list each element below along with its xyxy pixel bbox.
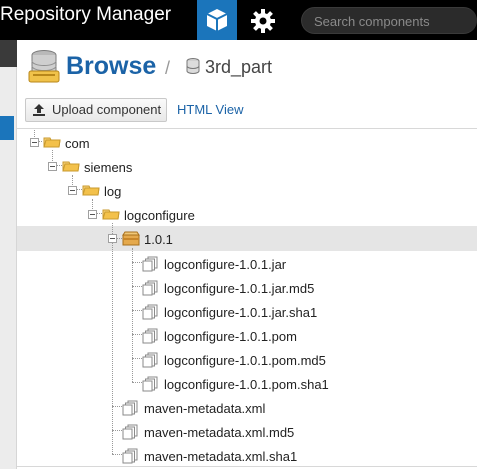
tree-file-item[interactable]: maven-metadata.xml.sha1: [122, 446, 477, 468]
tree-connector: [132, 262, 142, 263]
file-stack-icon: [142, 328, 158, 349]
tree-bottom-border: [17, 466, 477, 467]
tree-node-label: logconfigure-1.0.1.pom.md5: [164, 353, 326, 368]
breadcrumb-separator: /: [165, 58, 171, 78]
tree-node-label: logconfigure-1.0.1.jar.sha1: [164, 305, 318, 320]
file-stack-icon: [142, 304, 158, 325]
tree-connector: [132, 358, 142, 359]
search-input[interactable]: Search components: [301, 7, 477, 34]
tree-connector: [132, 248, 133, 382]
file-stack-icon: [122, 424, 138, 445]
tree-file-item[interactable]: logconfigure-1.0.1.pom: [142, 326, 477, 348]
browse-nav-button[interactable]: [197, 0, 237, 40]
tree-connector: [112, 238, 113, 454]
file-stack-icon: [122, 400, 138, 421]
settings-button[interactable]: [248, 6, 278, 36]
tree-node-label: logconfigure-1.0.1.pom: [164, 329, 297, 344]
left-sidebar: [0, 40, 17, 469]
tree-version-node[interactable]: 1.0.1: [108, 229, 477, 251]
collapse-toggle[interactable]: [48, 162, 57, 171]
tree-node-label: logconfigure: [124, 208, 195, 223]
upload-icon: [33, 104, 45, 116]
tree-folder-siemens[interactable]: siemens: [48, 157, 477, 179]
tree-file-item[interactable]: maven-metadata.xml.md5: [122, 422, 477, 444]
gear-icon: [251, 9, 275, 33]
tree-connector: [132, 334, 142, 335]
folder-open-icon: [43, 135, 61, 154]
tree-file-item[interactable]: maven-metadata.xml: [122, 398, 477, 420]
sidebar-item-active[interactable]: [0, 116, 14, 140]
tree-file-item[interactable]: logconfigure-1.0.1.jar.md5: [142, 278, 477, 300]
file-stack-icon: [142, 280, 158, 301]
tree-connector: [132, 310, 142, 311]
page-title: Browse: [66, 52, 157, 80]
tree-node-label: logconfigure-1.0.1.jar: [164, 257, 287, 272]
file-stack-icon: [142, 352, 158, 373]
tree-node-label: log: [104, 184, 122, 199]
tree-node-label: logconfigure-1.0.1.jar.md5: [164, 281, 315, 296]
tree-file-item[interactable]: logconfigure-1.0.1.pom.sha1: [142, 374, 477, 396]
file-stack-icon: [142, 376, 158, 397]
collapse-toggle[interactable]: [68, 186, 77, 195]
breadcrumb-repository[interactable]: 3rd_part: [205, 57, 272, 78]
package-icon: [122, 231, 140, 251]
folder-open-icon: [62, 159, 80, 178]
tree-file-item[interactable]: logconfigure-1.0.1.pom.md5: [142, 350, 477, 372]
tree-node-label: 1.0.1: [144, 232, 173, 247]
top-bar: Repository Manager Search components: [0, 0, 477, 40]
tree-node-label: maven-metadata.xml.md5: [144, 425, 295, 440]
tree-folder-com[interactable]: com: [30, 133, 477, 155]
folder-open-icon: [102, 207, 120, 226]
cube-icon: [206, 9, 228, 31]
database-stack-icon: [27, 49, 61, 90]
tree-divider: [17, 128, 477, 129]
collapse-toggle[interactable]: [88, 210, 97, 219]
tree-node-label: maven-metadata.xml: [144, 401, 266, 416]
database-icon: [186, 58, 200, 79]
collapse-toggle[interactable]: [108, 234, 117, 243]
tree-node-label: logconfigure-1.0.1.pom.sha1: [164, 377, 329, 392]
upload-label: Upload component: [52, 102, 162, 117]
upload-component-button[interactable]: Upload component: [25, 98, 167, 122]
tree-node-label: siemens: [84, 160, 133, 175]
tree-folder-log[interactable]: log: [68, 181, 477, 203]
tree-node-label: com: [65, 136, 90, 151]
tree-connector: [112, 406, 122, 407]
folder-open-icon: [82, 183, 100, 202]
tree-file-item[interactable]: logconfigure-1.0.1.jar.sha1: [142, 302, 477, 324]
sidebar-header: [0, 40, 17, 67]
tree-connector: [132, 382, 142, 383]
app-title: Repository Manager: [0, 4, 172, 25]
tree-node-label: maven-metadata.xml.sha1: [144, 449, 298, 464]
file-stack-icon: [142, 256, 158, 277]
html-view-link[interactable]: HTML View: [177, 102, 243, 117]
tree-folder-logconfigure[interactable]: logconfigure: [88, 205, 477, 227]
collapse-toggle[interactable]: [30, 138, 39, 147]
tree-file-item[interactable]: logconfigure-1.0.1.jar: [142, 254, 477, 276]
tree-connector: [132, 286, 142, 287]
tree-connector: [112, 430, 122, 431]
tree-connector: [112, 454, 122, 455]
